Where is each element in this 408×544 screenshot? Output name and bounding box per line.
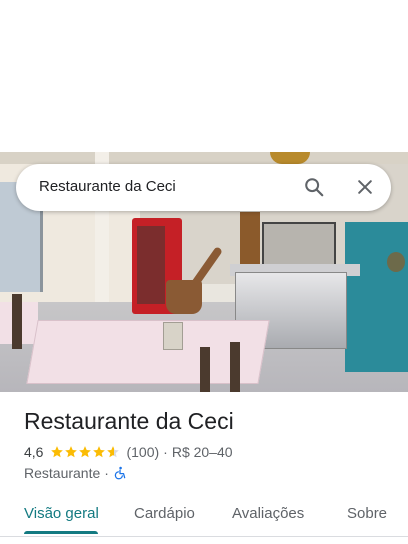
rating-stars — [50, 445, 120, 459]
close-icon[interactable] — [350, 172, 380, 202]
category-label[interactable]: Restaurante — [24, 465, 100, 481]
search-icon[interactable] — [299, 172, 329, 202]
tab-overview[interactable]: Visão geral — [24, 505, 99, 522]
tab-bar: Visão geral Cardápio Avaliações Sobre — [0, 496, 408, 536]
price-range: R$ 20–40 — [171, 444, 233, 460]
search-bar[interactable]: Restaurante da Ceci — [16, 164, 391, 211]
category-separator: · — [104, 465, 109, 481]
tab-menu[interactable]: Cardápio — [134, 505, 195, 522]
star-icon — [79, 446, 92, 458]
category-row: Restaurante · — [24, 465, 127, 481]
tab-reviews[interactable]: Avaliações — [232, 505, 304, 522]
wheelchair-icon — [113, 466, 127, 480]
star-icon — [51, 446, 64, 458]
rating-value: 4,6 — [24, 444, 44, 460]
search-query[interactable]: Restaurante da Ceci — [39, 178, 176, 195]
star-icon — [65, 446, 78, 458]
separator: · — [163, 444, 168, 460]
divider — [0, 536, 408, 537]
review-count[interactable]: (100) — [126, 444, 159, 460]
place-name: Restaurante da Ceci — [24, 408, 234, 434]
star-icon — [107, 446, 120, 458]
rating-row[interactable]: 4,6 (100) · R$ 20–40 — [24, 444, 233, 460]
star-icon — [93, 446, 106, 458]
active-tab-indicator — [24, 531, 98, 534]
tab-about[interactable]: Sobre — [347, 505, 387, 522]
blank-area — [0, 0, 408, 152]
